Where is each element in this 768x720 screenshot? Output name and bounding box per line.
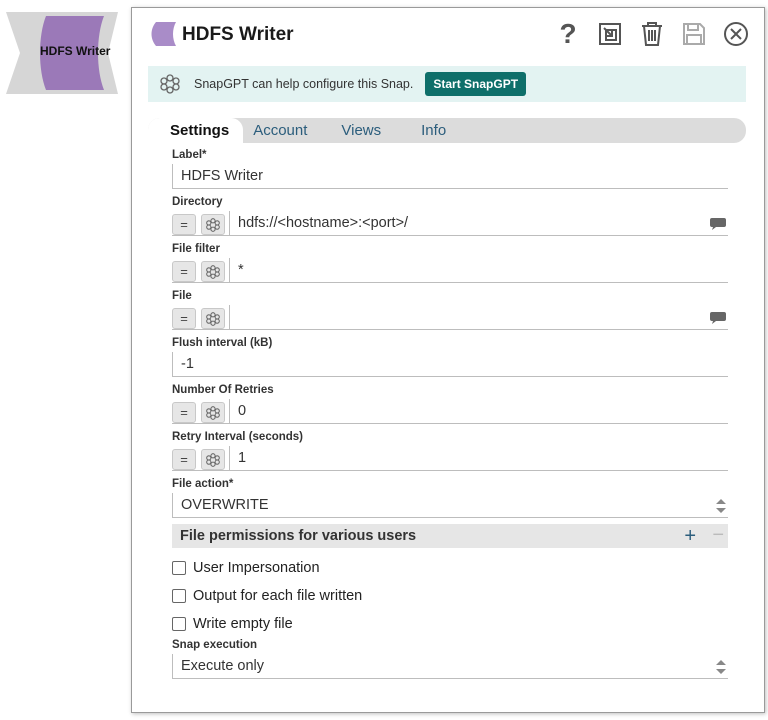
label-field[interactable]: HDFS Writer — [172, 164, 728, 189]
user-impersonation-option: User Impersonation — [172, 554, 728, 582]
snap-color-icon — [151, 22, 176, 46]
file-filter-field[interactable]: = * — [172, 258, 728, 283]
select-arrows-icon — [716, 660, 726, 674]
snap-execution-field-label: Snap execution — [172, 639, 257, 651]
snapgpt-field-button[interactable] — [201, 261, 225, 282]
settings-form: Label* HDFS Writer Directory = hdfs://<h… — [172, 148, 728, 679]
snapgpt-icon — [206, 406, 220, 420]
dialog-title: HDFS Writer — [182, 24, 294, 45]
flush-interval-value: -1 — [181, 356, 194, 372]
retries-field-label: Number Of Retries — [172, 384, 274, 396]
output-each-file-option: Output for each file written — [172, 582, 728, 610]
snap-icon[interactable]: HDFS Writer — [6, 12, 118, 94]
snapgpt-field-button[interactable] — [201, 214, 225, 235]
save-icon[interactable] — [680, 20, 708, 48]
file-permissions-title: File permissions for various users — [180, 528, 417, 544]
header-toolbar: ? — [554, 20, 750, 48]
tab-bar: Settings Account Views Info — [148, 118, 746, 143]
file-field-label: File — [172, 290, 192, 302]
snapgpt-field-button[interactable] — [201, 308, 225, 329]
expression-toggle-button[interactable]: = — [172, 261, 196, 282]
flush-interval-field[interactable]: -1 — [172, 352, 728, 377]
snap-settings-dialog: HDFS Writer ? SnapGPT can help configure… — [131, 7, 765, 713]
output-each-file-checkbox[interactable] — [172, 589, 186, 603]
close-icon[interactable] — [722, 20, 750, 48]
remove-permission-button[interactable]: − — [712, 524, 724, 547]
tab-views[interactable]: Views — [341, 122, 381, 139]
delete-icon[interactable] — [638, 20, 666, 48]
directory-field[interactable]: = hdfs://<hostname>:<port>/ — [172, 211, 728, 236]
file-action-select[interactable]: OVERWRITE — [172, 493, 728, 518]
expression-toggle-button[interactable]: = — [172, 449, 196, 470]
tab-settings[interactable]: Settings — [148, 118, 244, 143]
snapgpt-field-button[interactable] — [201, 449, 225, 470]
snapgpt-icon — [206, 218, 220, 232]
export-icon[interactable] — [596, 20, 624, 48]
output-each-file-label: Output for each file written — [193, 588, 363, 604]
directory-field-label: Directory — [172, 196, 223, 208]
expression-toggle-button[interactable]: = — [172, 214, 196, 235]
write-empty-file-option: Write empty file — [172, 610, 728, 638]
retries-field[interactable]: = 0 — [172, 399, 728, 424]
label-field-label: Label* — [172, 149, 207, 161]
snapgpt-text: SnapGPT can help configure this Snap. — [194, 77, 414, 91]
retries-value: 0 — [238, 403, 247, 419]
dialog-header: HDFS Writer ? — [132, 8, 764, 64]
snapgpt-icon — [206, 265, 220, 279]
user-impersonation-checkbox[interactable] — [172, 561, 186, 575]
file-permissions-section: File permissions for various users + − — [172, 524, 728, 548]
snapgpt-icon — [206, 312, 220, 326]
help-icon[interactable]: ? — [554, 20, 582, 48]
snapgpt-icon — [206, 453, 220, 467]
directory-value: hdfs://<hostname>:<port>/ — [238, 215, 409, 231]
snapgpt-field-button[interactable] — [201, 402, 225, 423]
file-action-field-label: File action* — [172, 478, 234, 490]
snapgpt-icon — [160, 74, 180, 94]
expression-toggle-button[interactable]: = — [172, 402, 196, 423]
retry-interval-value: 1 — [238, 450, 247, 466]
file-filter-field-label: File filter — [172, 243, 220, 255]
flush-interval-field-label: Flush interval (kB) — [172, 337, 273, 349]
retry-interval-field[interactable]: = 1 — [172, 446, 728, 471]
tab-account[interactable]: Account — [253, 122, 307, 139]
file-action-value: OVERWRITE — [181, 497, 269, 513]
file-filter-value: * — [238, 262, 244, 278]
snap-execution-value: Execute only — [181, 658, 265, 674]
write-empty-file-checkbox[interactable] — [172, 617, 186, 631]
start-snapgpt-button[interactable]: Start SnapGPT — [425, 72, 527, 96]
tab-info[interactable]: Info — [421, 122, 446, 139]
expression-toggle-button[interactable]: = — [172, 308, 196, 329]
add-permission-button[interactable]: + — [684, 525, 696, 548]
comment-icon[interactable] — [710, 312, 726, 324]
file-field[interactable]: = — [172, 305, 728, 330]
retry-interval-field-label: Retry Interval (seconds) — [172, 431, 304, 443]
snapgpt-banner: SnapGPT can help configure this Snap. St… — [148, 66, 746, 102]
user-impersonation-label: User Impersonation — [193, 560, 320, 576]
comment-icon[interactable] — [710, 218, 726, 230]
write-empty-file-label: Write empty file — [193, 616, 293, 632]
label-value: HDFS Writer — [181, 168, 263, 184]
select-arrows-icon — [716, 499, 726, 513]
snap-execution-select[interactable]: Execute only — [172, 654, 728, 679]
